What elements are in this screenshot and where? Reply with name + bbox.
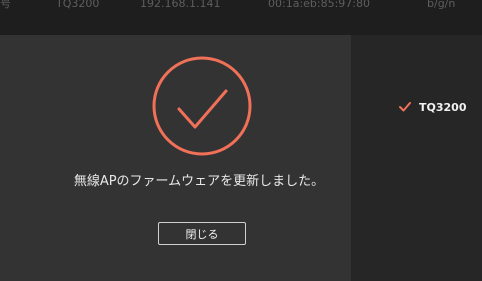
close-button[interactable]: 閉じる	[158, 222, 246, 245]
device-list-item[interactable]: TQ3200	[399, 99, 466, 115]
success-message: 無線APのファームウェアを更新しました。	[73, 174, 325, 189]
device-list-panel: TQ3200	[351, 35, 482, 281]
table-cell-standard: b/g/n	[427, 0, 456, 10]
table-cell-ip: 192.168.1.141	[140, 0, 221, 10]
table-cell-id: 号	[0, 0, 11, 10]
device-name: TQ3200	[419, 100, 467, 114]
table-row: 号 TQ3200 192.168.1.141 00:1a:eb:85:97:80…	[0, 0, 482, 35]
table-cell-mac: 00:1a:eb:85:97:80	[268, 0, 371, 10]
success-check-icon	[152, 56, 252, 156]
firmware-update-dialog: 無線APのファームウェアを更新しました。 閉じる	[0, 35, 351, 281]
table-cell-model: TQ3200	[56, 0, 100, 10]
check-icon	[399, 102, 411, 112]
